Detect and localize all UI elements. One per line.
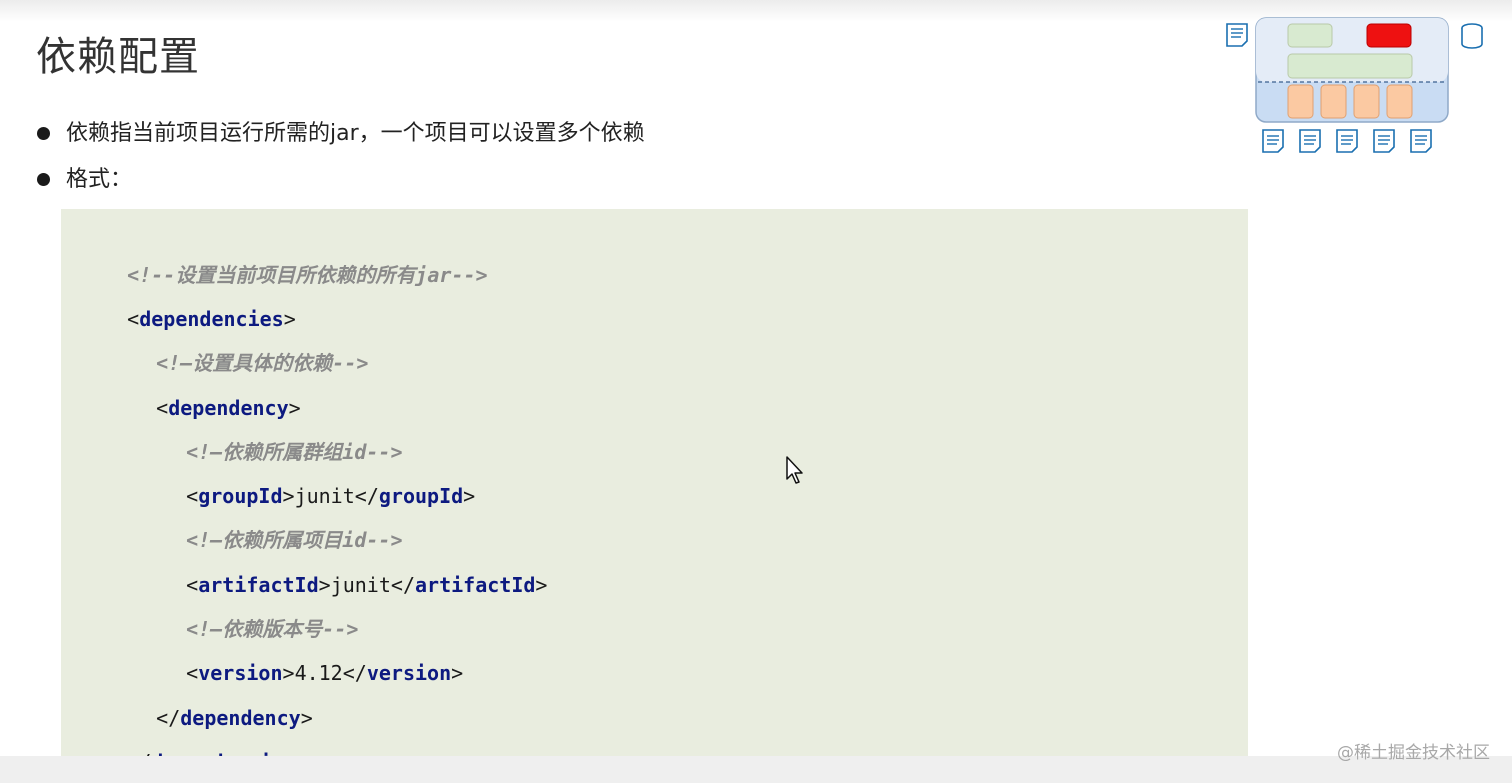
- code-line: <artifactId>junit</artifactId>: [186, 573, 548, 597]
- code-line: </dependency>: [156, 706, 313, 730]
- code-line: <!--设置当前项目所依赖的所有jar-->: [61, 230, 487, 287]
- document-icon: [1299, 129, 1321, 153]
- document-icon: [1373, 129, 1395, 153]
- document-icon: [1262, 129, 1284, 153]
- code-line: <!–依赖所属群组id-->: [61, 407, 402, 464]
- code-line: <!–依赖所属项目id-->: [61, 495, 402, 552]
- document-icon: [1226, 23, 1248, 47]
- bullet-dot-icon: [37, 173, 50, 186]
- xml-tag-name: artifactId: [415, 573, 536, 597]
- bullet-item: 格式：: [36, 160, 645, 206]
- code-line: </dependencies>: [61, 717, 308, 756]
- bullet-text: 格式：: [66, 167, 133, 192]
- page-title: 依赖配置: [36, 34, 200, 80]
- code-line: <version>4.12</version>: [186, 661, 464, 685]
- bullet-item: 依赖指当前项目运行所需的jar，一个项目可以设置多个依赖: [36, 114, 645, 160]
- database-icon: [1461, 23, 1483, 49]
- diagram-panel: [1255, 17, 1449, 123]
- bullet-text: 依赖指当前项目运行所需的jar，一个项目可以设置多个依赖: [66, 121, 645, 146]
- code-block: <!--设置当前项目所依赖的所有jar--> <dependencies> <!…: [61, 209, 1248, 756]
- code-line: <dependency>: [156, 396, 301, 420]
- mouse-pointer-icon: [786, 456, 803, 484]
- document-icon: [1410, 129, 1432, 153]
- bullet-dot-icon: [37, 127, 50, 140]
- bullet-list: 依赖指当前项目运行所需的jar，一个项目可以设置多个依赖 格式：: [36, 114, 645, 206]
- code-line: <!–设置具体的依赖-->: [61, 318, 368, 375]
- xml-tag-name: version: [366, 661, 452, 685]
- code-line: <!–依赖版本号-->: [61, 584, 358, 641]
- watermark: @稀土掘金技术社区: [1337, 743, 1490, 763]
- code-line: <dependencies>: [127, 307, 296, 331]
- maven-structure-diagram: [1226, 17, 1483, 153]
- bottom-band: [0, 756, 1512, 783]
- code-line: <groupId>junit</groupId>: [186, 484, 476, 508]
- document-icon: [1336, 129, 1358, 153]
